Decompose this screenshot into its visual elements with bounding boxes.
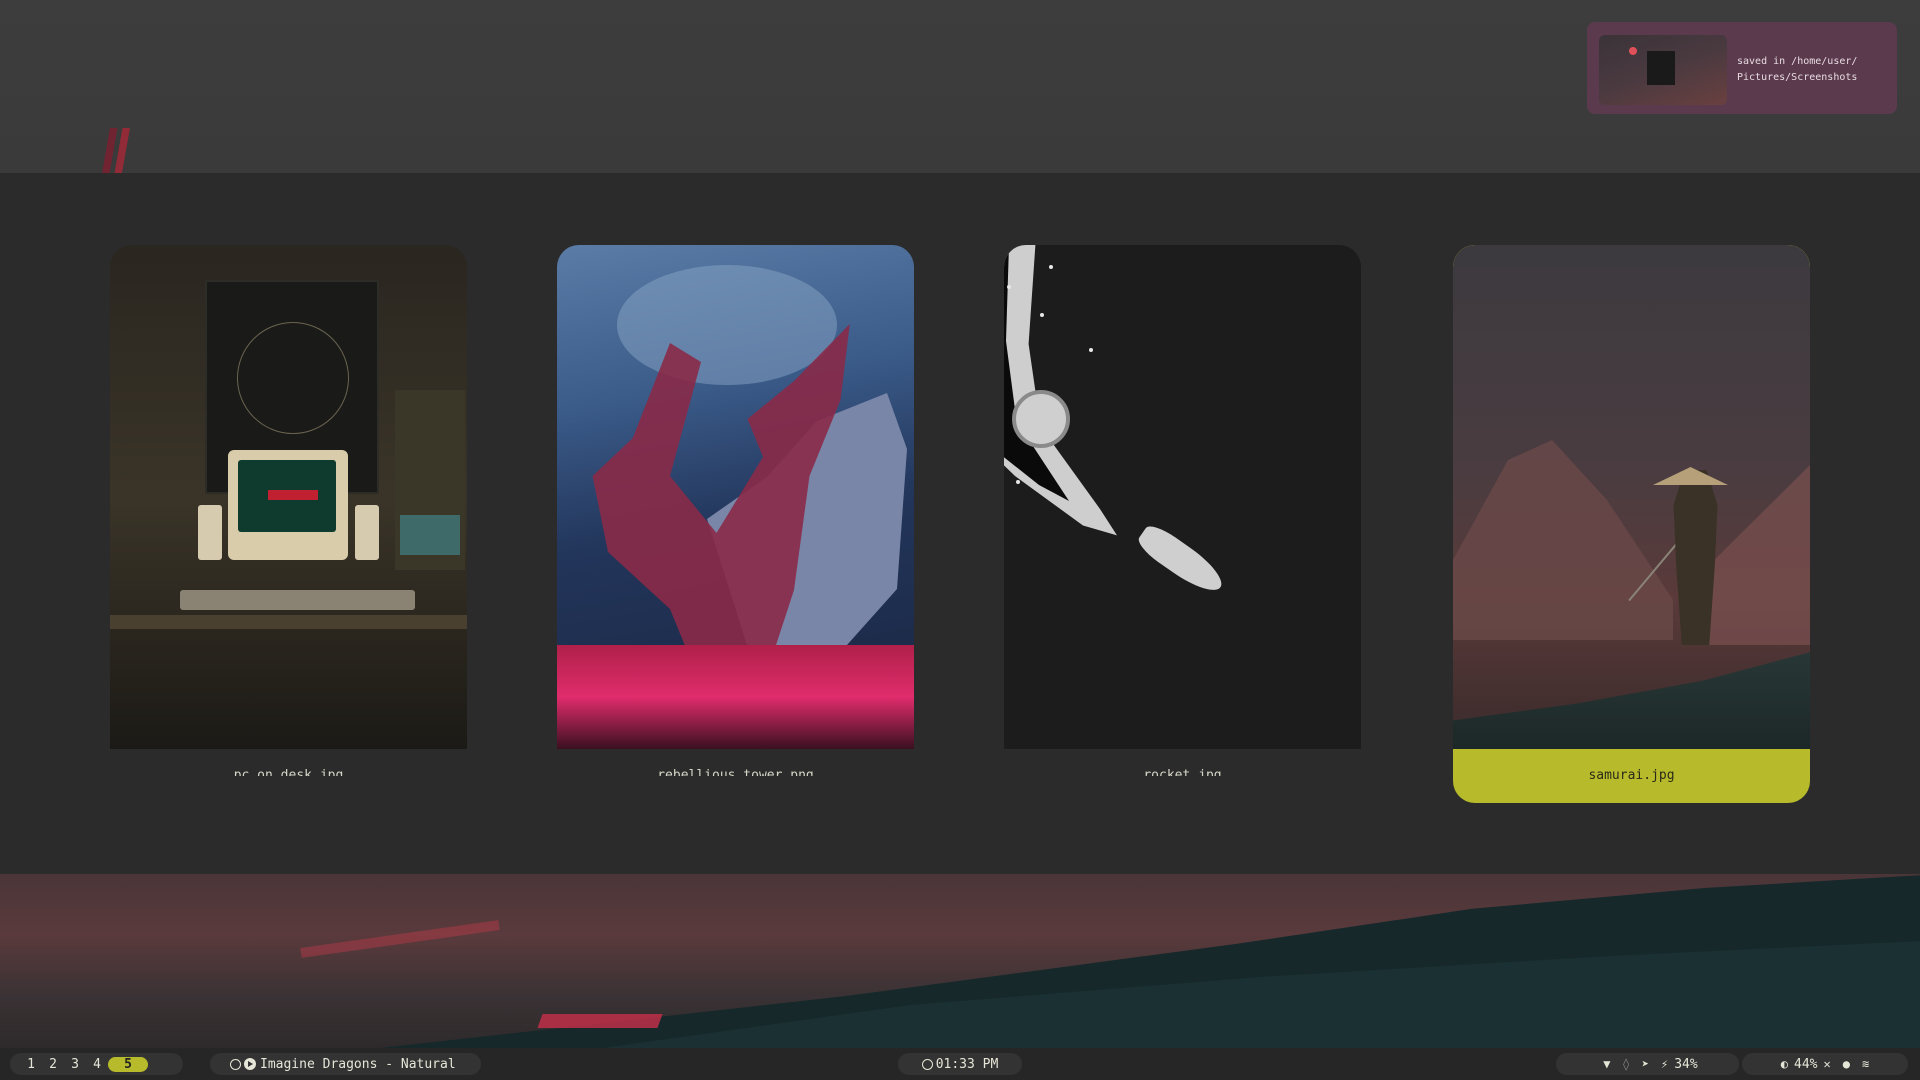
microphone-icon[interactable]: ●: [1843, 1057, 1850, 1071]
wallpaper-thumbnail: [1004, 245, 1361, 749]
workspace-2[interactable]: 2: [42, 1057, 64, 1072]
wallpaper-card-samurai[interactable]: samurai.jpg: [1453, 245, 1810, 803]
wallpaper-streak: [95, 128, 137, 173]
taskbar: 1 2 3 4 5 Imagine Dragons - Natural 01:3…: [0, 1048, 1920, 1080]
wallpaper-card-rocket[interactable]: rocket.jpg: [1004, 245, 1361, 776]
battery-percent: 34%: [1674, 1056, 1698, 1072]
workspace-1[interactable]: 1: [20, 1057, 42, 1072]
system-tray-right: ◐ 44% ✕ ● ≋: [1742, 1053, 1908, 1075]
workspace-3[interactable]: 3: [64, 1057, 86, 1072]
media-player[interactable]: Imagine Dragons - Natural: [210, 1053, 481, 1075]
notification-line-2: Pictures/Screenshots: [1737, 72, 1858, 83]
wallpaper-card-rebellious-tower[interactable]: rebellious_tower.png: [557, 245, 914, 776]
system-tray-left: ▼ ◊ ➤ ⚡ 34%: [1556, 1053, 1739, 1075]
bluetooth-icon[interactable]: ◊: [1623, 1057, 1630, 1071]
wallpaper-filename: pc_on_desk.jpg: [233, 768, 344, 776]
screenshot-thumbnail: [1599, 35, 1727, 105]
wallpaper-thumbnail: [110, 245, 467, 749]
workspace-5[interactable]: 5: [108, 1056, 148, 1072]
play-icon[interactable]: [244, 1058, 256, 1070]
screenshot-notification[interactable]: saved in /home/user/ Pictures/Screenshot…: [1587, 22, 1897, 114]
brightness-icon[interactable]: ◐: [1781, 1057, 1788, 1071]
music-icon: [230, 1058, 241, 1070]
workspace-4[interactable]: 4: [86, 1057, 108, 1072]
wallpaper-picker: pc_on_desk.jpg rebellious_tower.png rock…: [0, 173, 1920, 874]
media-title: Imagine Dragons - Natural: [260, 1056, 456, 1072]
clock-time: 01:33 PM: [935, 1056, 999, 1072]
telegram-icon[interactable]: ➤: [1642, 1057, 1649, 1071]
wallpaper-card-pc-on-desk[interactable]: pc_on_desk.jpg: [110, 245, 467, 776]
wifi-down-icon[interactable]: ▼: [1603, 1057, 1610, 1071]
notification-line-1: saved in /home/user/: [1737, 56, 1858, 67]
workspace-switcher: 1 2 3 4 5: [10, 1053, 183, 1075]
clock[interactable]: 01:33 PM: [898, 1053, 1022, 1075]
wallpaper-filename: samurai.jpg: [1588, 768, 1675, 783]
wallpaper-thumbnail: [557, 245, 914, 749]
wallpaper-bottom: [0, 874, 1920, 1048]
battery-charging-icon: ⚡: [1660, 1057, 1669, 1071]
wallpaper-filename: rebellious_tower.png: [657, 768, 814, 776]
wallpaper-filename: rocket.jpg: [1143, 768, 1222, 776]
clock-icon: [921, 1058, 933, 1070]
speaker-muted-icon[interactable]: ✕: [1824, 1057, 1831, 1071]
notification-text: saved in /home/user/ Pictures/Screenshot…: [1737, 54, 1887, 86]
wallpaper-thumbnail: [1453, 245, 1810, 749]
brightness-percent: 44%: [1794, 1056, 1818, 1072]
wifi-icon[interactable]: ≋: [1862, 1057, 1869, 1071]
